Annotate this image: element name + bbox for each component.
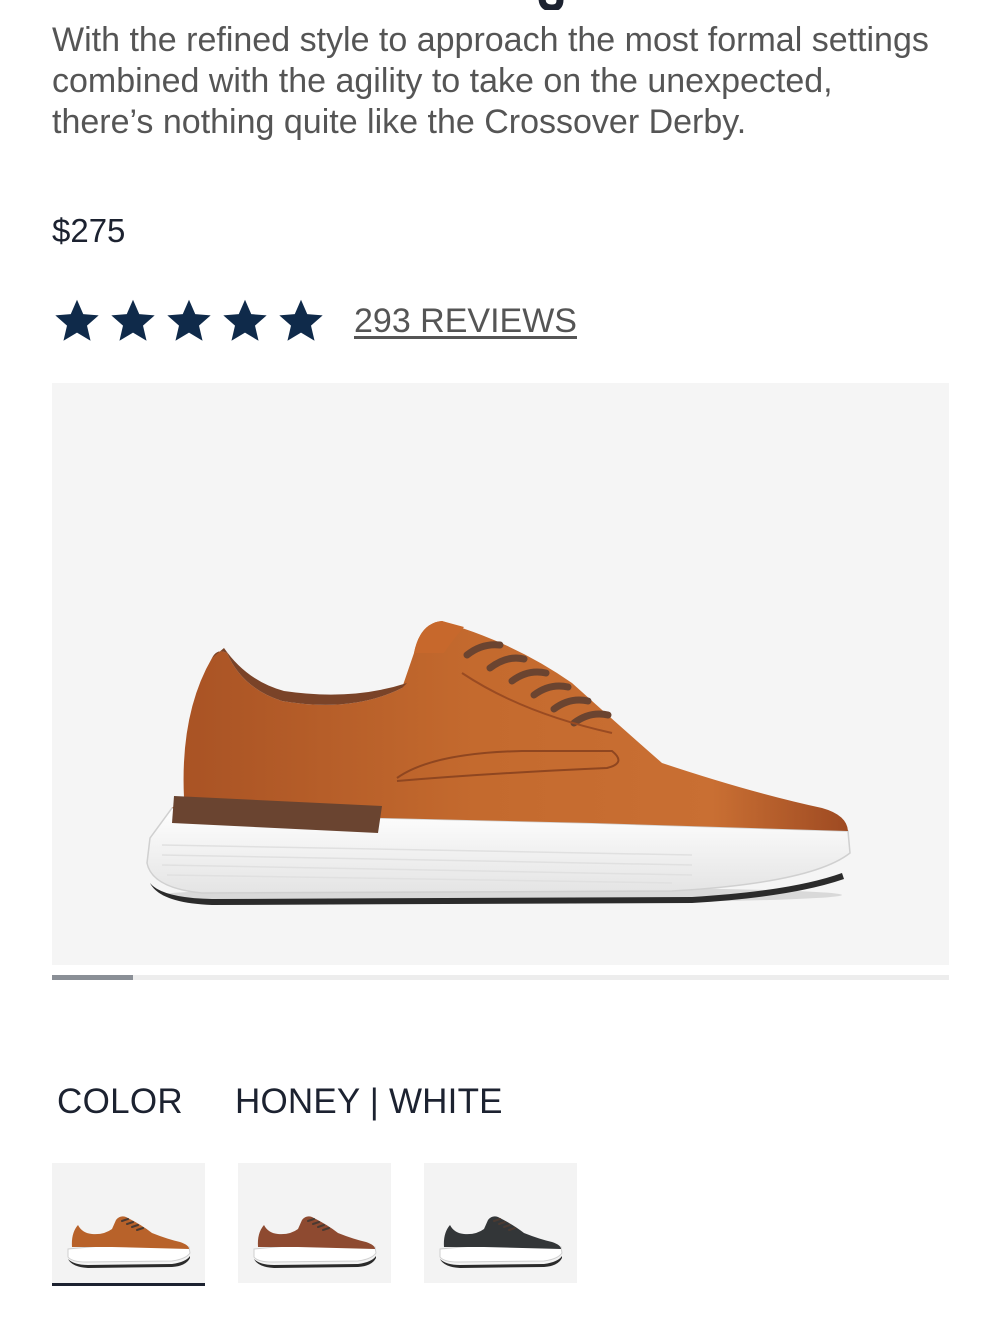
swatch-shoe-icon — [67, 1216, 191, 1268]
selected-color-name: HONEY | WHITE — [234, 1082, 503, 1121]
product-title-fragment — [530, 0, 590, 10]
star-icon — [167, 299, 211, 341]
star-rating — [52, 296, 332, 346]
swatch-brown-white[interactable] — [238, 1163, 391, 1283]
color-swatches — [52, 1163, 610, 1286]
gallery-progress-indicator — [52, 975, 133, 980]
star-icon — [279, 299, 323, 341]
swatch-honey-white[interactable] — [52, 1163, 205, 1286]
rating-row: 293 REVIEWS — [52, 296, 577, 346]
swatch-shoe-icon — [439, 1216, 563, 1268]
color-selector-header: COLOR HONEY | WHITE — [57, 1082, 503, 1122]
product-image-gallery[interactable] — [52, 383, 949, 965]
shoe-image — [146, 621, 851, 905]
gallery-progress-track — [52, 975, 949, 980]
color-label: COLOR — [57, 1082, 183, 1121]
star-icon — [55, 299, 99, 341]
star-icon — [223, 299, 267, 341]
product-description: With the refined style to approach the m… — [52, 21, 929, 141]
swatch-black-white[interactable] — [424, 1163, 577, 1283]
swatch-shoe-icon — [253, 1216, 377, 1268]
reviews-link[interactable]: 293 REVIEWS — [354, 302, 577, 341]
product-price: $275 — [52, 212, 126, 249]
star-icon — [111, 299, 155, 341]
